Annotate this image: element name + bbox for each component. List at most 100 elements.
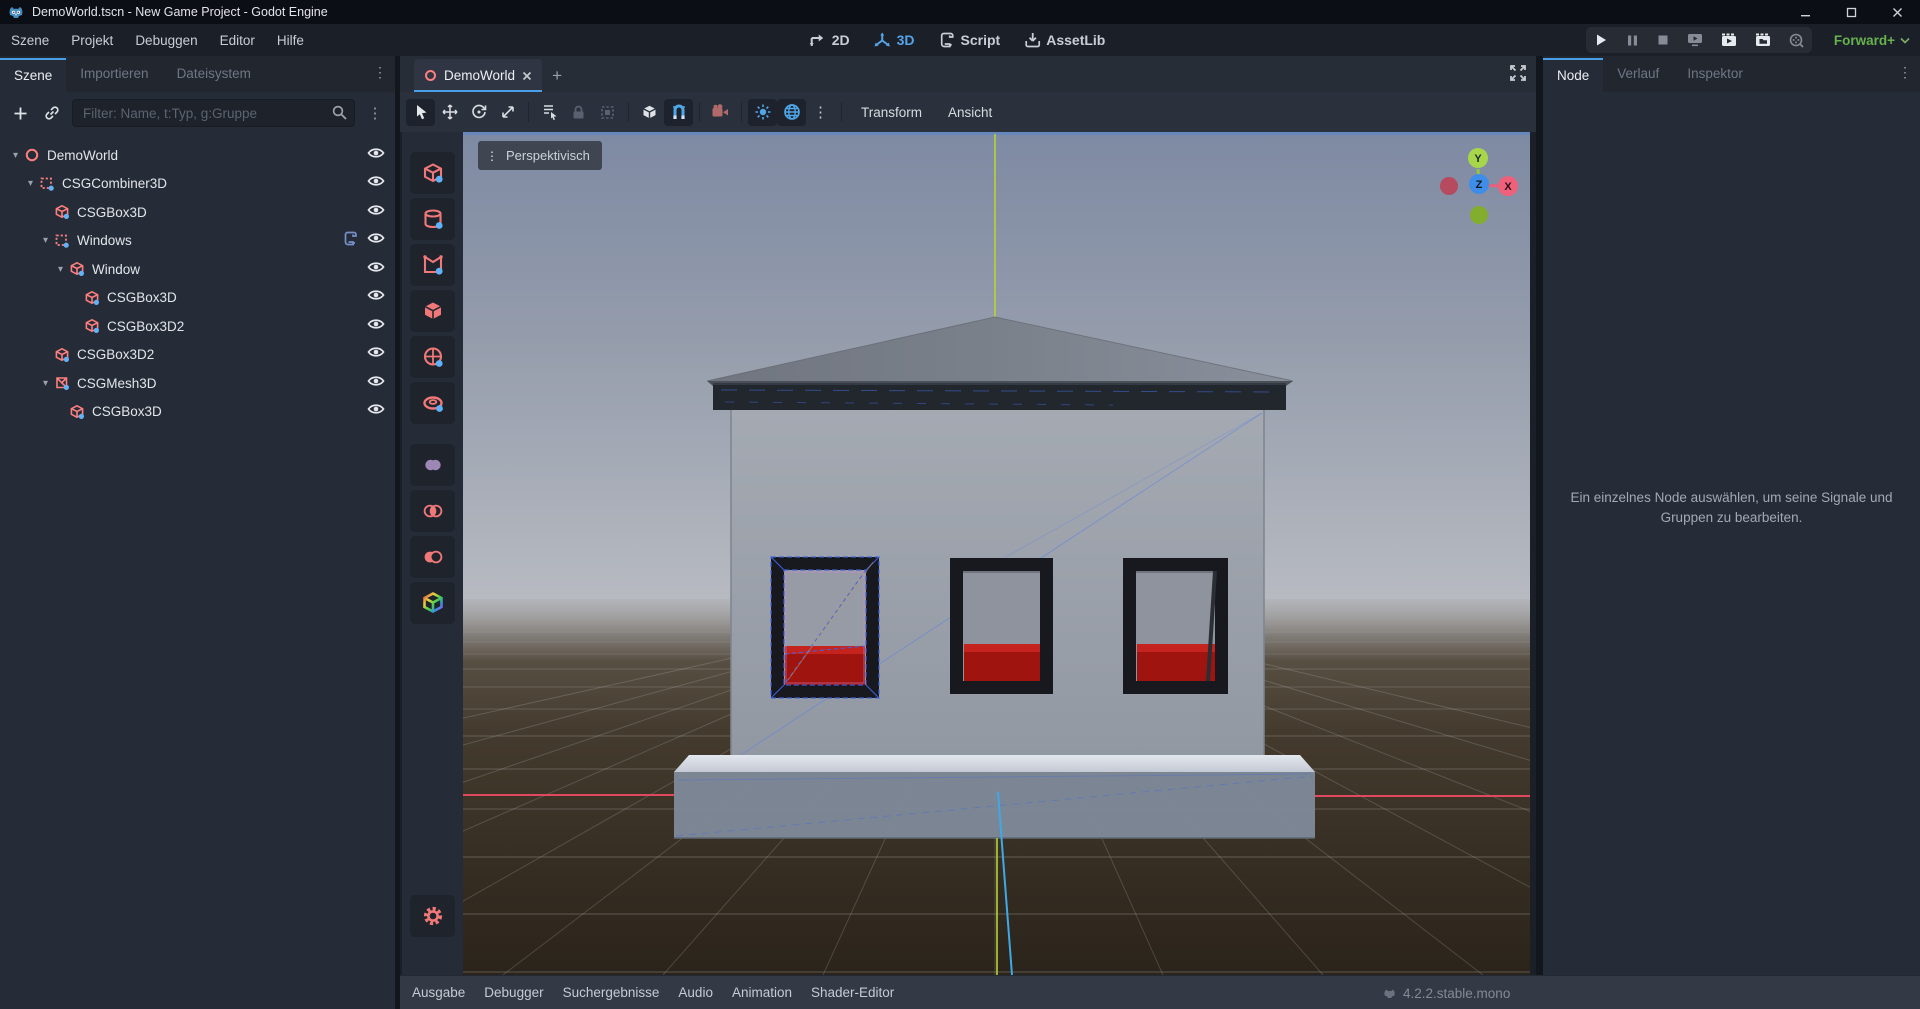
dock-menu-icon[interactable]: ⋮	[371, 64, 389, 81]
menu-editor[interactable]: Editor	[209, 33, 266, 48]
tab-script[interactable]: Script	[939, 32, 1001, 48]
tree-options-icon[interactable]: ⋮	[363, 101, 387, 125]
menu-hilfe[interactable]: Hilfe	[266, 33, 315, 48]
maximize-button[interactable]	[1828, 0, 1874, 24]
bake-gear-icon[interactable]	[410, 895, 455, 937]
panel-animation[interactable]: Animation	[732, 985, 792, 1000]
chevron-down-icon[interactable]: ▾	[53, 264, 68, 275]
csg-torus-tool-icon[interactable]	[410, 382, 455, 424]
tree-node-demoworld[interactable]: ▾ DemoWorld	[0, 141, 395, 170]
tab-inspektor[interactable]: Inspektor	[1673, 58, 1757, 92]
list-select-button[interactable]	[535, 99, 564, 126]
environment-toggle-button[interactable]	[777, 99, 806, 126]
csg-box-tool-icon[interactable]	[410, 152, 455, 194]
visibility-eye-icon[interactable]	[367, 202, 385, 223]
tree-node-csgbox3d2[interactable]: CSGBox3D2	[0, 341, 395, 370]
add-scene-tab-button[interactable]: +	[542, 59, 572, 92]
close-button[interactable]	[1874, 0, 1920, 24]
viewport-options-icon[interactable]: ⋮	[806, 99, 835, 126]
visibility-eye-icon[interactable]	[367, 401, 385, 422]
dock-splitter[interactable]	[1536, 56, 1543, 1009]
chevron-down-icon[interactable]: ▾	[38, 235, 53, 246]
tree-node-csgbox3d[interactable]: CSGBox3D	[0, 398, 395, 427]
sun-toggle-button[interactable]	[748, 99, 777, 126]
panel-debugger[interactable]: Debugger	[484, 985, 543, 1000]
tab-3d[interactable]: 3D	[874, 32, 915, 49]
panel-shader-editor[interactable]: Shader-Editor	[811, 985, 894, 1000]
visibility-eye-icon[interactable]	[367, 287, 385, 308]
tree-node-csgcombiner3d[interactable]: ▾ CSGCombiner3D	[0, 170, 395, 199]
scene-tab-demoworld[interactable]: DemoWorld	[414, 59, 542, 92]
visibility-eye-icon[interactable]	[367, 173, 385, 194]
stop-icon[interactable]	[1657, 34, 1669, 46]
renderer-selector[interactable]: Forward+	[1834, 27, 1910, 53]
select-tool-button[interactable]	[406, 99, 435, 126]
tree-node-window[interactable]: ▾ Window	[0, 255, 395, 284]
visibility-eye-icon[interactable]	[367, 344, 385, 365]
menu-debuggen[interactable]: Debuggen	[124, 33, 208, 48]
tab-node[interactable]: Node	[1543, 58, 1603, 92]
tab-szene[interactable]: Szene	[0, 58, 66, 92]
instance-scene-button[interactable]	[40, 101, 64, 125]
tree-node-windows[interactable]: ▾ Windows	[0, 227, 395, 256]
script-icon[interactable]	[343, 231, 358, 251]
csg-intersection-icon[interactable]	[410, 490, 455, 532]
csg-polygon-tool-icon[interactable]	[410, 244, 455, 286]
local-space-button[interactable]	[635, 99, 664, 126]
tab-dateisystem[interactable]: Dateisystem	[163, 58, 265, 92]
tab-importieren[interactable]: Importieren	[66, 58, 162, 92]
dock-menu-icon[interactable]: ⋮	[1896, 64, 1914, 81]
transform-menu[interactable]: Transform	[848, 105, 935, 120]
panel-ausgabe[interactable]: Ausgabe	[412, 985, 465, 1000]
remote-play-icon[interactable]	[1687, 33, 1703, 47]
group-button[interactable]	[593, 99, 622, 126]
panel-audio[interactable]: Audio	[678, 985, 713, 1000]
visibility-eye-icon[interactable]	[367, 373, 385, 394]
add-node-button[interactable]	[8, 101, 32, 125]
minimize-button[interactable]	[1782, 0, 1828, 24]
pause-icon[interactable]	[1626, 34, 1639, 47]
play-custom-scene-icon[interactable]	[1755, 33, 1771, 47]
tree-node-csgbox3d[interactable]: CSGBox3D	[0, 284, 395, 313]
rotate-tool-button[interactable]	[464, 99, 493, 126]
csg-subtraction-icon[interactable]	[410, 536, 455, 578]
version-info[interactable]: 4.2.2.stable.mono	[1383, 976, 1510, 1009]
3d-viewport[interactable]: Y Z X ⋮ Perspektivisch	[463, 132, 1530, 975]
csg-cylinder-tool-icon[interactable]	[410, 198, 455, 240]
chevron-down-icon[interactable]: ▾	[38, 378, 53, 389]
menu-szene[interactable]: Szene	[0, 33, 60, 48]
movie-mode-icon[interactable]	[1789, 33, 1804, 48]
tree-node-csgbox3d2[interactable]: CSGBox3D2	[0, 312, 395, 341]
move-icon	[441, 103, 459, 121]
tab-verlauf[interactable]: Verlauf	[1603, 58, 1673, 92]
svg-text:X: X	[1504, 181, 1512, 193]
chevron-down-icon[interactable]: ▾	[23, 178, 38, 189]
view-menu[interactable]: Ansicht	[935, 105, 1005, 120]
perspective-menu[interactable]: ⋮ Perspektivisch	[478, 141, 602, 170]
play-scene-icon[interactable]	[1721, 33, 1737, 47]
lock-button[interactable]	[564, 99, 593, 126]
camera-preview-button[interactable]	[706, 99, 735, 126]
visibility-eye-icon[interactable]	[367, 145, 385, 166]
gridmap-icon[interactable]	[410, 582, 455, 624]
menu-projekt[interactable]: Projekt	[60, 33, 124, 48]
csg-sphere-tool-icon[interactable]	[410, 336, 455, 378]
visibility-eye-icon[interactable]	[367, 259, 385, 280]
tree-node-csgbox3d[interactable]: CSGBox3D	[0, 198, 395, 227]
scene-filter-input[interactable]	[72, 99, 355, 127]
expand-viewport-icon[interactable]	[1508, 63, 1528, 88]
close-tab-icon[interactable]	[522, 71, 532, 81]
chevron-down-icon[interactable]: ▾	[8, 150, 23, 161]
tree-node-csgmesh3d[interactable]: ▾ CSGMesh3D	[0, 369, 395, 398]
panel-suchergebnisse[interactable]: Suchergebnisse	[563, 985, 660, 1000]
tab-2d[interactable]: 2D	[809, 32, 850, 49]
visibility-eye-icon[interactable]	[367, 316, 385, 337]
snap-toggle-button[interactable]	[664, 99, 693, 126]
scale-tool-button[interactable]	[493, 99, 522, 126]
move-tool-button[interactable]	[435, 99, 464, 126]
visibility-eye-icon[interactable]	[367, 230, 385, 251]
csg-primitive-tool-icon[interactable]	[410, 290, 455, 332]
csg-union-icon[interactable]	[410, 444, 455, 486]
tab-assetlib[interactable]: AssetLib	[1024, 32, 1105, 48]
play-icon[interactable]	[1594, 33, 1608, 47]
